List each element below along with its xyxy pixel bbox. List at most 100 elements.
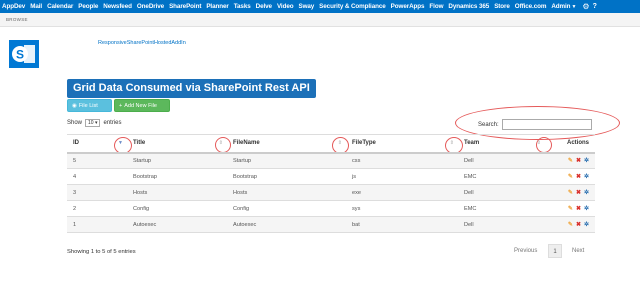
cell-filename: Startup [227, 152, 346, 169]
column-header-filetype[interactable]: FileType ⇕ [346, 134, 458, 154]
entries-select[interactable]: 10 ▾ [85, 119, 101, 127]
pagination-next-wrap: Next [572, 244, 584, 258]
nav-powerapps[interactable]: PowerApps [391, 3, 425, 10]
table-row: 4 Bootstrap Bootstrap js EMC ✎ ✖ ✲ [67, 168, 595, 185]
nav-store[interactable]: Store [494, 3, 510, 10]
column-header-id[interactable]: ID ▼ [67, 134, 127, 154]
nav-office-com[interactable]: Office.com [515, 3, 547, 10]
cell-team: Dell [458, 152, 545, 169]
cell-title: Config [127, 200, 227, 217]
column-header-id-label: ID [73, 140, 79, 147]
add-new-file-button[interactable]: + Add New File [114, 99, 170, 112]
cell-id: 3 [67, 184, 127, 201]
nav-tasks[interactable]: Tasks [234, 3, 251, 10]
cell-filetype: js [346, 168, 458, 185]
cell-team: EMC [458, 168, 545, 185]
view-gear-icon[interactable]: ✲ [584, 221, 589, 228]
cell-title: Autoexec [127, 216, 227, 233]
pagination-next[interactable]: Next [572, 248, 584, 254]
view-gear-icon[interactable]: ✲ [584, 189, 589, 196]
nav-calendar[interactable]: Calendar [47, 3, 73, 10]
edit-pencil-icon[interactable]: ✎ [568, 205, 573, 212]
column-header-title-label: Title [133, 140, 146, 147]
file-list-button[interactable]: ◉ File List [67, 99, 112, 112]
delete-x-icon[interactable]: ✖ [576, 173, 581, 180]
nav-dynamics-365[interactable]: Dynamics 365 [448, 3, 489, 10]
cell-filename: Hosts [227, 184, 346, 201]
nav-admin[interactable]: Admin [551, 3, 570, 10]
nav-planner[interactable]: Planner [206, 3, 229, 10]
cell-actions: ✎ ✖ ✲ [545, 152, 595, 169]
file-list-label: File List [78, 103, 98, 109]
show-entries: Show 10 ▾ entries [67, 119, 122, 127]
pagination: Previous [514, 244, 537, 258]
column-header-actions: Actions [545, 134, 595, 154]
plus-icon: + [119, 103, 123, 109]
delete-x-icon[interactable]: ✖ [576, 221, 581, 228]
nav-onedrive[interactable]: OneDrive [137, 3, 164, 10]
nav-appdev[interactable]: AppDev [2, 3, 25, 10]
chevron-down-icon[interactable]: ▼ [571, 4, 576, 10]
column-header-title[interactable]: Title ⇕ [127, 134, 227, 154]
nav-newsfeed[interactable]: Newsfeed [103, 3, 132, 10]
delete-x-icon[interactable]: ✖ [576, 205, 581, 212]
cell-title: Bootstrap [127, 168, 227, 185]
breadcrumb[interactable]: ResponsiveSharePointHostedAddIn [98, 40, 186, 46]
sort-icon[interactable]: ⇕ [219, 140, 223, 146]
nav-mail[interactable]: Mail [30, 3, 42, 10]
help-icon[interactable]: ? [593, 3, 597, 10]
ribbon: BROWSE [0, 13, 640, 27]
cell-actions: ✎ ✖ ✲ [545, 216, 595, 233]
nav-sharepoint[interactable]: SharePoint [169, 3, 201, 10]
cell-filetype: exe [346, 184, 458, 201]
column-header-team-label: Team [464, 140, 480, 147]
list-icon: ◉ [72, 103, 77, 109]
page-title: Grid Data Consumed via SharePoint Rest A… [67, 79, 316, 98]
nav-delve[interactable]: Delve [256, 3, 272, 10]
view-gear-icon[interactable]: ✲ [584, 157, 589, 164]
nav-security-compliance[interactable]: Security & Compliance [319, 3, 386, 10]
cell-filetype: sys [346, 200, 458, 217]
sort-desc-icon[interactable]: ▼ [118, 140, 123, 146]
edit-pencil-icon[interactable]: ✎ [568, 173, 573, 180]
cell-filetype: css [346, 152, 458, 169]
column-header-team[interactable]: Team ⇕ [458, 134, 545, 154]
table-row: 2 Config Config sys EMC ✎ ✖ ✲ [67, 200, 595, 217]
table-header-row: ID ▼ Title ⇕ FileName ⇕ FileType ⇕ Team ⇕ Act… [67, 134, 595, 154]
cell-filename: Bootstrap [227, 168, 346, 185]
sort-icon[interactable]: ⇕ [450, 140, 454, 146]
gear-icon[interactable]: ⚙ [582, 2, 589, 11]
cell-filetype: bat [346, 216, 458, 233]
cell-team: Dell [458, 216, 545, 233]
column-header-filename[interactable]: FileName ⇕ [227, 134, 346, 154]
cell-id: 1 [67, 216, 127, 233]
cell-actions: ✎ ✖ ✲ [545, 184, 595, 201]
nav-people[interactable]: People [78, 3, 98, 10]
nav-sway[interactable]: Sway [298, 3, 314, 10]
show-label: Show [67, 120, 83, 126]
cell-title: Startup [127, 152, 227, 169]
sort-icon[interactable]: ⇕ [338, 140, 342, 146]
table-row: 5 Startup Startup css Dell ✎ ✖ ✲ [67, 152, 595, 169]
pagination-previous[interactable]: Previous [514, 248, 537, 254]
nav-video[interactable]: Video [277, 3, 294, 10]
cell-actions: ✎ ✖ ✲ [545, 168, 595, 185]
edit-pencil-icon[interactable]: ✎ [568, 157, 573, 164]
cell-title: Hosts [127, 184, 227, 201]
edit-pencil-icon[interactable]: ✎ [568, 189, 573, 196]
delete-x-icon[interactable]: ✖ [576, 157, 581, 164]
cell-filename: Autoexec [227, 216, 346, 233]
column-header-filetype-label: FileType [352, 140, 376, 147]
cell-id: 4 [67, 168, 127, 185]
edit-pencil-icon[interactable]: ✎ [568, 221, 573, 228]
sort-icon[interactable]: ⇕ [537, 140, 541, 146]
pagination-current-wrap: 1 [548, 244, 562, 258]
pagination-page-1[interactable]: 1 [548, 244, 562, 258]
view-gear-icon[interactable]: ✲ [584, 173, 589, 180]
view-gear-icon[interactable]: ✲ [584, 205, 589, 212]
ribbon-tab-browse[interactable]: BROWSE [6, 17, 28, 22]
sharepoint-logo-icon: S [9, 40, 39, 68]
delete-x-icon[interactable]: ✖ [576, 189, 581, 196]
cell-team: EMC [458, 200, 545, 217]
nav-flow[interactable]: Flow [429, 3, 443, 10]
